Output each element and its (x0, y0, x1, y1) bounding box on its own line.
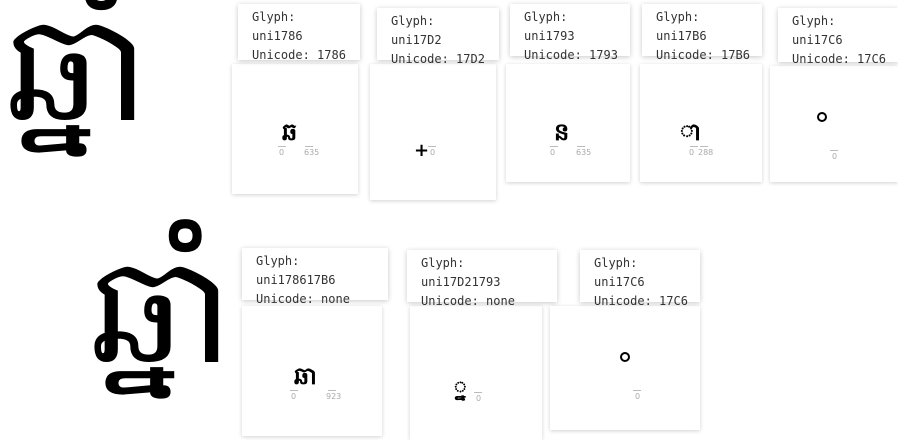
glyph-info-box: Glyph: uni1786 Unicode: 1786 (238, 4, 360, 62)
unicode-label: Unicode: none (421, 294, 515, 308)
unicode-label: Unicode: 17B6 (656, 48, 750, 62)
advance-tick (328, 390, 336, 391)
unicode-label: Unicode: 1786 (252, 48, 346, 62)
metric-advance: 923 (326, 392, 342, 401)
metric-left: 0 (430, 148, 436, 157)
glyph-info-box: Glyph: uni17D21793 Unicode: none (407, 250, 557, 308)
glyph-name-label: Glyph: uni17C6 (594, 256, 645, 289)
glyph-card[interactable]: ឆា 0 923 (242, 306, 382, 436)
metric-left: 0 (832, 152, 838, 161)
glyph-preview: ន (554, 118, 570, 146)
baseline-tick (830, 150, 838, 151)
glyph-info-box: Glyph: uni17D2 Unicode: 17D2 (377, 8, 499, 66)
baseline-tick (278, 146, 286, 147)
composed-text-row1: ឆ្នាំ (6, 0, 149, 156)
glyph-info-box: Glyph: uni17B6 Unicode: 17B6 (642, 4, 762, 62)
nikahit-glyph-icon (817, 112, 827, 122)
glyph-card[interactable]: ន 0 635 (506, 64, 630, 182)
advance-tick (305, 146, 313, 147)
glyph-name-label: Glyph: uni17D21793 (421, 256, 501, 289)
glyph-name-label: Glyph: uni1793 (524, 10, 575, 43)
glyph-name-label: Glyph: uni17B6 (656, 10, 707, 43)
glyph-info-box: Glyph: uni17C6 Unicode: 17C6 (778, 8, 898, 66)
glyph-card[interactable]: ្ន 0 (410, 306, 542, 440)
glyph-name-label: Glyph: uni1786 (252, 10, 303, 43)
metric-left: 0 (476, 394, 482, 403)
baseline-tick (474, 392, 482, 393)
glyph-preview: ា (680, 118, 702, 146)
metric-left: 0 (550, 148, 556, 157)
glyph-card[interactable]: + 0 (370, 64, 496, 200)
metric-advance: 635 (576, 148, 592, 157)
glyph-preview: ្ន (454, 376, 467, 401)
baseline-tick (550, 146, 558, 147)
unicode-label: Unicode: 1793 (524, 48, 618, 62)
baseline-tick (290, 390, 298, 391)
metric-left: 0 (291, 392, 297, 401)
baseline-tick (690, 146, 698, 147)
glyph-card[interactable]: ឆ 0 635 (232, 64, 358, 194)
glyph-name-label: Glyph: uni17C6 (792, 14, 843, 47)
glyph-name-label: Glyph: uni178617B6 (256, 254, 336, 287)
advance-tick (700, 146, 708, 147)
metric-advance: 635 (304, 148, 320, 157)
glyph-card[interactable]: 0 (770, 66, 898, 182)
baseline-tick (428, 146, 436, 147)
glyph-info-box: Glyph: uni1793 Unicode: 1793 (510, 4, 630, 62)
metric-left: 0 (635, 392, 641, 401)
metric-left: 0 (689, 148, 695, 157)
glyph-card[interactable]: ា 0 288 (640, 64, 762, 182)
metric-left: 0 (279, 148, 285, 157)
unicode-label: Unicode: 17D2 (391, 52, 485, 66)
metric-advance: 288 (698, 148, 714, 157)
glyph-preview: + (414, 140, 430, 161)
unicode-label: Unicode: 17C6 (594, 294, 688, 308)
nikahit-glyph-icon (620, 352, 630, 362)
glyph-info-box: Glyph: uni178617B6 Unicode: none (242, 248, 388, 306)
baseline-tick (633, 390, 641, 391)
glyph-preview: ឆា (294, 362, 317, 390)
unicode-label: Unicode: none (256, 292, 350, 306)
unicode-label: Unicode: 17C6 (792, 52, 886, 66)
glyph-card[interactable]: 0 (550, 306, 700, 430)
glyph-info-box: Glyph: uni17C6 Unicode: 17C6 (580, 250, 700, 308)
advance-tick (577, 146, 585, 147)
glyph-preview: ឆ (282, 118, 298, 146)
glyph-name-label: Glyph: uni17D2 (391, 14, 442, 47)
composed-text-row2: ឆ្នាំ (90, 224, 233, 398)
